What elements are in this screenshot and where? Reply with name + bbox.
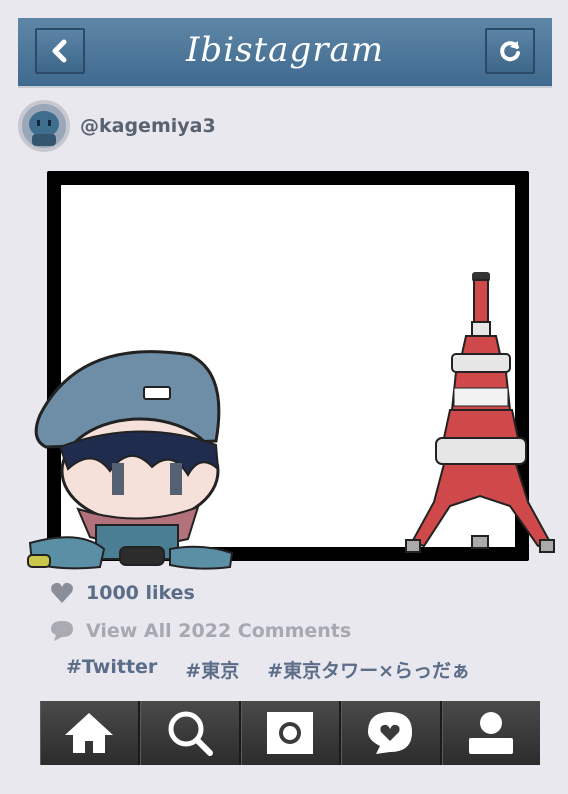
tab-activity[interactable] <box>341 701 442 765</box>
camera-icon <box>267 712 314 754</box>
likes-row[interactable]: 1000 likes <box>50 582 195 604</box>
view-all-comments-link[interactable]: View All 2022 Comments <box>86 620 351 642</box>
refresh-icon <box>500 41 520 62</box>
speech-bubble-icon <box>51 621 73 641</box>
tab-camera[interactable] <box>241 701 342 765</box>
tab-home[interactable] <box>40 701 141 765</box>
profile-icon <box>468 712 513 754</box>
search-icon <box>168 711 213 756</box>
home-icon <box>65 713 114 753</box>
tab-search[interactable] <box>140 701 241 765</box>
username[interactable]: @kagemiya3 <box>80 115 216 137</box>
comments-row[interactable]: View All 2022 Comments <box>50 620 351 642</box>
tokyo-tower-illustration <box>405 272 555 553</box>
avatar[interactable] <box>18 100 70 152</box>
hashtag[interactable]: #東京 <box>185 656 239 683</box>
hashtags: #Twitter #東京 #東京タワー×らっだぁ <box>66 656 470 683</box>
refresh-button[interactable] <box>485 28 535 74</box>
bottom-tab-bar <box>40 701 540 765</box>
app-title: Ibistagram <box>186 30 384 70</box>
likes-count[interactable]: 1000 likes <box>86 582 195 604</box>
app-header: Ibistagram <box>18 18 552 86</box>
post-author[interactable]: @kagemiya3 <box>18 100 216 152</box>
chibi-character-illustration <box>27 350 234 570</box>
post-photo[interactable] <box>0 165 568 575</box>
tab-profile[interactable] <box>442 701 540 765</box>
hashtag[interactable]: #Twitter <box>66 656 157 683</box>
heart-icon <box>51 582 73 603</box>
activity-icon <box>368 712 413 754</box>
hashtag[interactable]: #東京タワー×らっだぁ <box>267 656 470 683</box>
avatar-face-icon <box>22 104 66 148</box>
